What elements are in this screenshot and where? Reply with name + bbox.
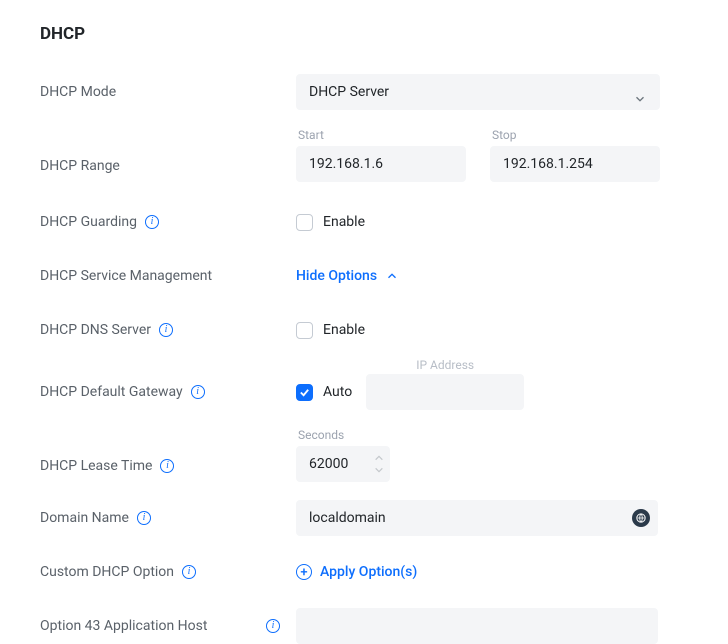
range-stop-label: Stop [490, 128, 660, 142]
label-custom-dhcp-option: Custom DHCP Option i [40, 564, 296, 580]
checkbox-label: Auto [323, 384, 352, 400]
label-text: DHCP Range [40, 158, 120, 174]
checkbox-unchecked-icon [296, 214, 313, 231]
info-icon[interactable]: i [266, 619, 280, 633]
info-icon[interactable]: i [191, 385, 205, 399]
range-stop-group: Stop [490, 128, 660, 182]
gateway-ip-group: IP Address [366, 374, 524, 410]
dhcp-guarding-enable[interactable]: Enable [296, 214, 365, 231]
spinner-down-button[interactable] [372, 464, 386, 476]
info-icon[interactable]: i [159, 323, 173, 337]
range-start-input[interactable] [296, 146, 466, 182]
gateway-ip-input[interactable] [366, 374, 524, 410]
info-icon[interactable]: i [145, 215, 159, 229]
dhcp-dns-enable[interactable]: Enable [296, 322, 365, 339]
range-start-group: Start [296, 128, 466, 182]
chevron-up-icon [385, 269, 399, 283]
label-dhcp-guarding: DHCP Guarding i [40, 214, 296, 230]
lease-time-group: Seconds [296, 428, 390, 482]
label-text: Domain Name [40, 510, 129, 526]
label-domain-name: Domain Name i [40, 510, 296, 526]
row-dhcp-lease-time: DHCP Lease Time i Seconds [40, 428, 688, 482]
checkbox-unchecked-icon [296, 322, 313, 339]
checkbox-label: Enable [323, 322, 365, 338]
dhcp-section: DHCP DHCP Mode DHCP Server DHCP Range St… [0, 0, 728, 644]
info-icon[interactable]: i [137, 511, 151, 525]
range-start-label: Start [296, 128, 466, 142]
label-text: Custom DHCP Option [40, 564, 174, 580]
option-43-input[interactable] [296, 608, 658, 644]
lease-time-spinner [296, 446, 390, 482]
row-dhcp-service-mgmt: DHCP Service Management Hide Options [40, 258, 688, 294]
row-dhcp-default-gw: DHCP Default Gateway i Auto IP Address [40, 374, 688, 410]
label-option-43: Option 43 Application Host i [40, 618, 296, 634]
row-dhcp-dns-server: DHCP DNS Server i Enable [40, 312, 688, 348]
gateway-ip-hint: IP Address [366, 358, 524, 372]
checkbox-label: Enable [323, 214, 365, 230]
row-dhcp-range: DHCP Range Start Stop [40, 128, 688, 182]
info-icon[interactable]: i [182, 565, 196, 579]
row-option-43: Option 43 Application Host i [40, 608, 688, 644]
gateway-auto-checkbox[interactable]: Auto [296, 384, 352, 401]
label-text: DHCP Mode [40, 84, 116, 100]
section-title: DHCP [40, 24, 688, 44]
label-text: DHCP Service Management [40, 268, 212, 284]
label-dhcp-range: DHCP Range [40, 158, 296, 182]
hide-options-toggle[interactable]: Hide Options [296, 268, 399, 284]
checkbox-checked-icon [296, 384, 313, 401]
label-text: DHCP DNS Server [40, 322, 151, 338]
label-dhcp-dns-server: DHCP DNS Server i [40, 322, 296, 338]
label-text: DHCP Default Gateway [40, 384, 183, 400]
lease-time-unit: Seconds [296, 428, 390, 442]
spinner-up-button[interactable] [372, 452, 386, 464]
row-dhcp-guarding: DHCP Guarding i Enable [40, 204, 688, 240]
label-dhcp-service-mgmt: DHCP Service Management [40, 268, 296, 284]
row-domain-name: Domain Name i [40, 500, 688, 536]
range-stop-input[interactable] [490, 146, 660, 182]
dhcp-mode-select[interactable]: DHCP Server [296, 74, 660, 110]
row-custom-dhcp-option: Custom DHCP Option i + Apply Option(s) [40, 554, 688, 590]
link-text: Apply Option(s) [320, 564, 417, 580]
plus-circle-icon: + [296, 564, 312, 580]
link-text: Hide Options [296, 268, 377, 284]
domain-name-group [296, 500, 658, 536]
domain-badge-icon[interactable] [632, 509, 650, 527]
dhcp-mode-value: DHCP Server [309, 75, 389, 109]
chevron-down-icon [633, 85, 647, 99]
label-dhcp-lease-time: DHCP Lease Time i [40, 458, 296, 482]
apply-options-button[interactable]: + Apply Option(s) [296, 564, 417, 580]
info-icon[interactable]: i [160, 459, 174, 473]
label-dhcp-mode: DHCP Mode [40, 84, 296, 100]
label-text: DHCP Guarding [40, 214, 137, 230]
row-dhcp-mode: DHCP Mode DHCP Server [40, 74, 688, 110]
domain-name-input[interactable] [296, 500, 658, 536]
label-text: Option 43 Application Host [40, 618, 207, 634]
label-dhcp-default-gw: DHCP Default Gateway i [40, 384, 296, 400]
label-text: DHCP Lease Time [40, 458, 152, 474]
